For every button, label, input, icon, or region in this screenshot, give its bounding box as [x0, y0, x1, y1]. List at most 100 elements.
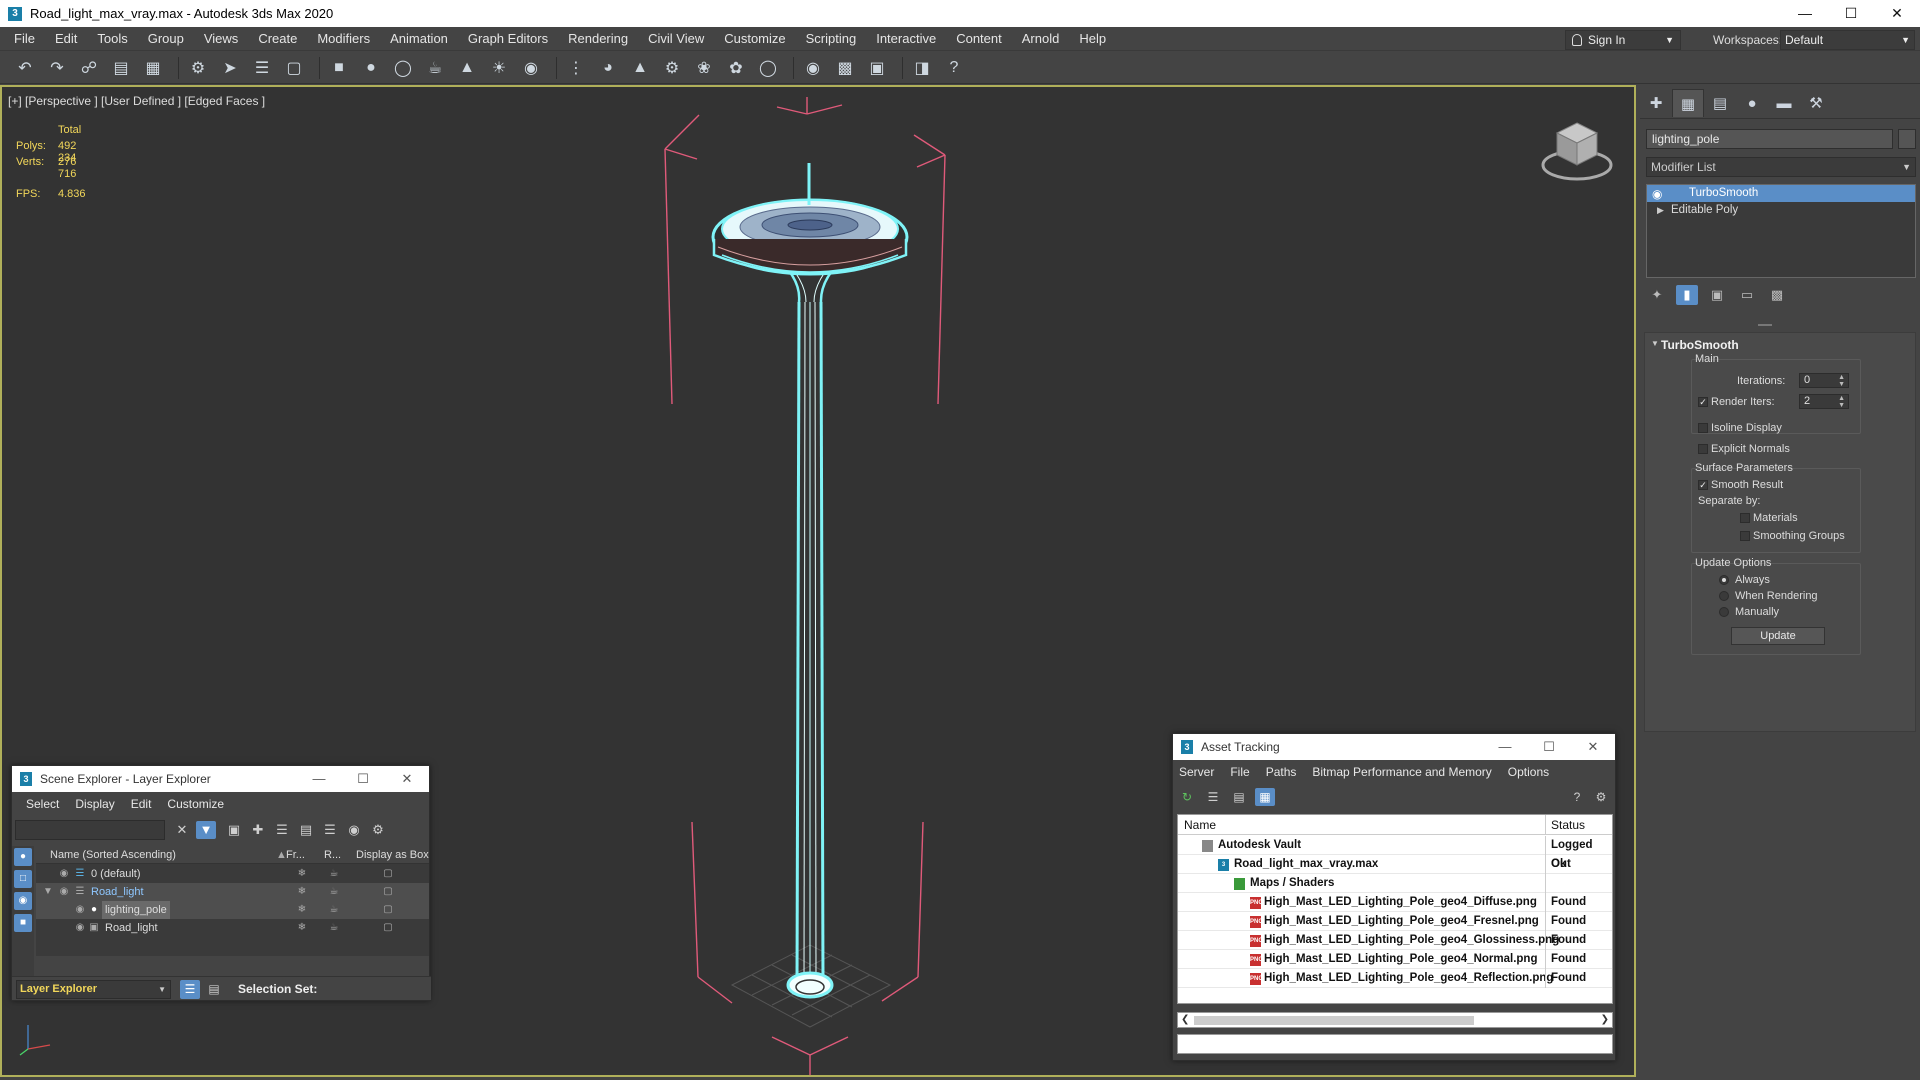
explicit-normals-checkbox[interactable]: [1698, 444, 1708, 454]
at-menu-file[interactable]: File: [1222, 765, 1257, 779]
light-bulb-icon[interactable]: ◉: [344, 821, 364, 839]
smooth-result-checkbox[interactable]: ✓: [1698, 480, 1708, 490]
render-teapot-icon[interactable]: ☕: [326, 883, 342, 901]
column-name[interactable]: Name (Sorted Ascending): [50, 846, 176, 864]
box-icon[interactable]: ▢: [380, 901, 396, 919]
hair-fur-icon[interactable]: ✿: [723, 55, 749, 81]
create-tab-icon[interactable]: ✚: [1640, 89, 1672, 117]
menu-modifiers[interactable]: Modifiers: [307, 27, 380, 51]
maximize-button[interactable]: ☐: [341, 766, 385, 792]
se-menu-select[interactable]: Select: [12, 797, 67, 811]
selection-filter-icon[interactable]: ⚙: [185, 55, 211, 81]
sort-by-hierarchy-icon[interactable]: ▤: [204, 980, 224, 999]
freeze-icon[interactable]: ❄: [294, 919, 310, 937]
modify-tab-icon[interactable]: ▦: [1672, 89, 1704, 117]
panel-divider[interactable]: [1758, 324, 1772, 326]
close-button[interactable]: ✕: [1874, 0, 1920, 27]
add-layer-icon[interactable]: ✚: [248, 821, 268, 839]
menu-edit[interactable]: Edit: [45, 27, 87, 51]
stack-layers-icon[interactable]: ☰: [320, 821, 340, 839]
when-rendering-radio[interactable]: [1719, 591, 1729, 601]
configure-sets-icon[interactable]: ▩: [1766, 285, 1788, 305]
close-button[interactable]: ✕: [1571, 734, 1615, 760]
menu-civil-view[interactable]: Civil View: [638, 27, 714, 51]
explorer-type-dropdown[interactable]: Layer Explorer ▼: [16, 980, 171, 999]
render-icon[interactable]: ▣: [864, 55, 890, 81]
table-row[interactable]: ◉ ▣ Road_light ❄ ☕ ▢: [36, 919, 429, 937]
render-frame-icon[interactable]: ▩: [832, 55, 858, 81]
stack-item-editable-poly[interactable]: ▶ Editable Poly: [1647, 202, 1915, 219]
scrollbar-thumb[interactable]: [1194, 1016, 1474, 1025]
isoline-display-checkbox[interactable]: [1698, 423, 1708, 433]
help-icon[interactable]: ?: [1567, 788, 1587, 806]
at-menu-paths[interactable]: Paths: [1258, 765, 1305, 779]
sort-by-layer-icon[interactable]: ☰: [180, 980, 200, 999]
list-view-icon[interactable]: ☰: [1203, 788, 1223, 806]
table-row[interactable]: ◉ ● lighting_pole ❄ ☕ ▢: [36, 901, 429, 919]
se-menu-edit[interactable]: Edit: [123, 797, 160, 811]
maximize-button[interactable]: ☐: [1527, 734, 1571, 760]
teapot-icon[interactable]: ☕: [422, 55, 448, 81]
eye-icon[interactable]: ◉: [56, 883, 72, 901]
menu-views[interactable]: Views: [194, 27, 248, 51]
phone-icon[interactable]: ◨: [909, 55, 935, 81]
display-cameras-icon[interactable]: ■: [14, 914, 32, 932]
display-shapes-icon[interactable]: □: [14, 870, 32, 888]
spinner-arrows-icon[interactable]: ▲ ▼: [1838, 374, 1845, 388]
eye-icon[interactable]: ◉: [56, 865, 72, 883]
table-row[interactable]: Autodesk Vault Logged Out: [1178, 836, 1612, 870]
select-link-icon[interactable]: ☍: [76, 55, 102, 81]
viewport-label-menu[interactable]: [+] [Perspective ] [User Defined ] [Edge…: [8, 94, 265, 108]
geosphere-icon[interactable]: ◯: [390, 55, 416, 81]
particle-icon[interactable]: ⋮: [563, 55, 589, 81]
minimize-button[interactable]: —: [1483, 734, 1527, 760]
box-icon[interactable]: ▢: [380, 865, 396, 883]
close-button[interactable]: ✕: [385, 766, 429, 792]
fur-icon[interactable]: ❀: [691, 55, 717, 81]
iterations-spinner[interactable]: 0 ▲ ▼: [1799, 373, 1849, 388]
menu-arnold[interactable]: Arnold: [1012, 27, 1070, 51]
box-primitive-icon[interactable]: ■: [326, 55, 352, 81]
freeze-icon[interactable]: ❄: [294, 883, 310, 901]
table-row[interactable]: 3 Road_light_max_vray.max Ok: [1178, 855, 1612, 874]
select-object-icon[interactable]: ➤: [217, 55, 243, 81]
layers-icon[interactable]: ☰: [272, 821, 292, 839]
settings-icon[interactable]: ⚙: [1591, 788, 1611, 806]
menu-customize[interactable]: Customize: [714, 27, 795, 51]
hierarchy-icon[interactable]: ▤: [296, 821, 316, 839]
at-menu-server[interactable]: Server: [1173, 765, 1222, 779]
menu-content[interactable]: Content: [946, 27, 1012, 51]
render-iters-spinner[interactable]: 2 ▲ ▼: [1799, 394, 1849, 409]
menu-animation[interactable]: Animation: [380, 27, 458, 51]
scene-explorer-titlebar[interactable]: 3 Scene Explorer - Layer Explorer — ☐ ✕: [12, 766, 429, 792]
view-cube-icon[interactable]: [1537, 117, 1617, 183]
expand-triangle-icon[interactable]: ▶: [1657, 202, 1664, 219]
utilities-tab-icon[interactable]: ⚒: [1800, 89, 1832, 117]
menu-scripting[interactable]: Scripting: [796, 27, 867, 51]
cone-primitive-icon[interactable]: ▲: [454, 55, 480, 81]
scroll-left-icon[interactable]: ❮: [1181, 1013, 1189, 1027]
render-teapot-icon[interactable]: ☕: [326, 865, 342, 883]
menu-create[interactable]: Create: [248, 27, 307, 51]
menu-file[interactable]: File: [0, 27, 45, 51]
update-button[interactable]: Update: [1731, 627, 1825, 645]
make-unique-icon[interactable]: ▣: [1706, 285, 1728, 305]
menu-rendering[interactable]: Rendering: [558, 27, 638, 51]
materials-checkbox[interactable]: [1740, 513, 1750, 523]
redo-icon[interactable]: ↷: [44, 55, 70, 81]
help-icon[interactable]: ?: [941, 55, 967, 81]
menu-tools[interactable]: Tools: [87, 27, 137, 51]
table-row[interactable]: PNG High_Mast_LED_Lighting_Pole_geo4_Nor…: [1178, 950, 1612, 969]
column-status[interactable]: Status: [1545, 815, 1615, 835]
column-display-as-box[interactable]: Display as Box: [356, 846, 429, 864]
at-menu-options[interactable]: Options: [1500, 765, 1557, 779]
menu-group[interactable]: Group: [138, 27, 194, 51]
lock-icon[interactable]: ▣: [224, 821, 244, 839]
select-by-name-icon[interactable]: ☰: [249, 55, 275, 81]
table-row[interactable]: PNG High_Mast_LED_Lighting_Pole_geo4_Glo…: [1178, 931, 1612, 950]
smoothing-groups-checkbox[interactable]: [1740, 531, 1750, 541]
spinner-arrows-icon[interactable]: ▲ ▼: [1838, 395, 1845, 409]
rollout-title[interactable]: TurboSmooth: [1661, 338, 1739, 352]
rectangular-selection-icon[interactable]: ▢: [281, 55, 307, 81]
menu-graph-editors[interactable]: Graph Editors: [458, 27, 558, 51]
